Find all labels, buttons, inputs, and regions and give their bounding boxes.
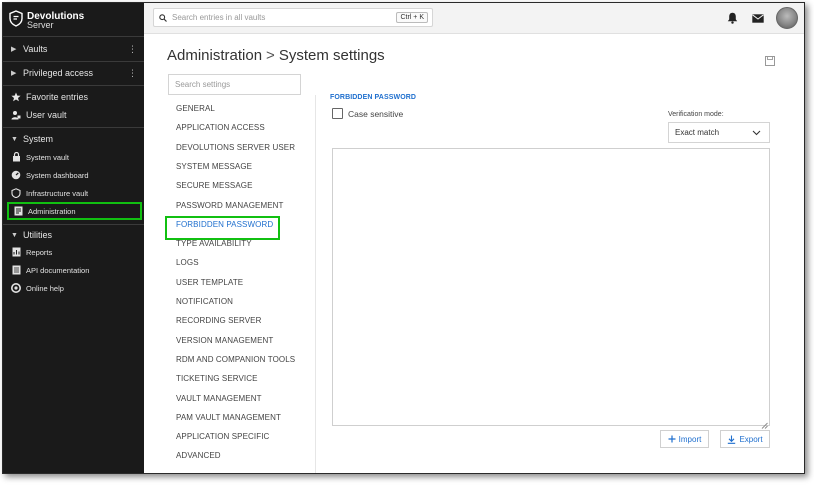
settings-search-input[interactable]: Search settings (168, 74, 301, 95)
verification-mode-select[interactable]: Exact match (668, 122, 770, 143)
sidebar-group-utilities[interactable]: ▼ Utilities (3, 225, 144, 245)
search-icon (159, 13, 167, 22)
sidebar-item-infrastructure-vault[interactable]: Infrastructure vault (11, 185, 141, 201)
lock-icon (11, 152, 21, 162)
chevron-down-icon: ▼ (11, 231, 18, 239)
sidebar-item-api-documentation[interactable]: API documentation (11, 262, 141, 278)
forbidden-password-textarea[interactable] (332, 148, 770, 429)
brand-subtitle: Server (27, 20, 54, 30)
sidebar-item-system-vault[interactable]: System vault (11, 149, 141, 165)
avatar[interactable] (776, 7, 798, 29)
search-placeholder: Search entries in all vaults (172, 13, 266, 22)
sidebar-item-system-dashboard[interactable]: System dashboard (11, 167, 141, 183)
settings-nav-item[interactable]: PASSWORD MANAGEMENT (176, 201, 284, 213)
settings-nav-item[interactable]: APPLICATION ACCESS (176, 123, 265, 135)
settings-nav-item[interactable]: TICKETING SERVICE (176, 374, 258, 386)
section-title: FORBIDDEN PASSWORD (330, 94, 417, 101)
settings-nav-item[interactable]: PAM VAULT MANAGEMENT (176, 413, 281, 425)
admin-icon (13, 206, 23, 216)
keyboard-shortcut: Ctrl + K (396, 12, 428, 23)
sidebar-group-vaults[interactable]: ▶ Vaults ⋮ (3, 39, 144, 59)
settings-search-placeholder: Search settings (175, 80, 231, 89)
sidebar-item-label: Online help (26, 283, 64, 293)
shield-logo-icon (9, 10, 23, 32)
sidebar-group-label: Privileged access (23, 68, 94, 78)
export-label: Export (739, 434, 763, 444)
export-button[interactable]: Export (720, 430, 770, 448)
sidebar-item-label: Infrastructure vault (26, 188, 89, 198)
settings-nav-item[interactable]: LOGS (176, 258, 199, 270)
divider (315, 95, 316, 473)
sidebar-item-label: API documentation (26, 265, 90, 275)
help-icon (11, 283, 21, 293)
breadcrumb-root[interactable]: Administration (167, 47, 262, 64)
settings-nav-item[interactable]: ADVANCED (176, 451, 221, 463)
sidebar-item-user-vault[interactable]: User vault (11, 107, 141, 123)
breadcrumb-separator: > (266, 47, 275, 64)
settings-nav-item[interactable]: SYSTEM MESSAGE (176, 162, 252, 174)
sidebar-group-label: Utilities (23, 230, 53, 240)
sidebar-item-label: Reports (26, 247, 53, 257)
top-bar: Search entries in all vaults Ctrl + K (144, 3, 804, 34)
sidebar-item-label: System vault (26, 152, 69, 162)
document-icon (11, 265, 21, 275)
settings-nav-item[interactable]: DEVOLUTIONS SERVER USER (176, 143, 295, 155)
dashboard-icon (11, 170, 21, 180)
sidebar-item-label: Administration (28, 206, 76, 216)
chevron-right-icon: ▶ (11, 46, 17, 53)
mail-icon[interactable] (750, 10, 766, 26)
import-button[interactable]: Import (660, 430, 709, 448)
sidebar-item-label: System dashboard (26, 170, 89, 180)
verification-mode-label: Verification mode: (668, 111, 724, 118)
settings-nav-item[interactable]: USER TEMPLATE (176, 278, 243, 290)
more-options-icon[interactable]: ⋮ (128, 68, 137, 79)
logo[interactable]: Devolutions Server (9, 10, 84, 32)
settings-nav-item[interactable]: NOTIFICATION (176, 297, 233, 309)
sidebar: Devolutions Server ▶ Vaults ⋮ ▶ Privileg… (3, 3, 144, 473)
settings-nav-item[interactable]: RDM AND COMPANION TOOLS (176, 355, 295, 367)
infrastructure-icon (11, 188, 21, 198)
settings-nav-item[interactable]: TYPE AVAILABILITY (176, 239, 252, 251)
sidebar-item-label: Favorite entries (26, 92, 89, 102)
settings-nav-item[interactable]: GENERAL (176, 104, 215, 116)
resize-handle-icon[interactable] (760, 416, 768, 429)
settings-nav-item[interactable]: VAULT MANAGEMENT (176, 394, 262, 406)
sidebar-group-label: Vaults (23, 44, 48, 54)
sidebar-item-online-help[interactable]: Online help (11, 280, 141, 296)
page-title: System settings (278, 47, 385, 64)
settings-nav-item[interactable]: VERSION MANAGEMENT (176, 336, 273, 348)
breadcrumb: Administration > System settings (167, 47, 385, 64)
bell-icon[interactable] (724, 10, 740, 26)
sidebar-item-favorite-entries[interactable]: Favorite entries (11, 89, 141, 105)
settings-nav-item[interactable]: RECORDING SERVER (176, 316, 261, 328)
save-icon[interactable] (765, 53, 775, 66)
sidebar-group-privileged-access[interactable]: ▶ Privileged access ⋮ (3, 63, 144, 83)
app-window: Devolutions Server ▶ Vaults ⋮ ▶ Privileg… (2, 2, 805, 474)
download-icon (727, 435, 736, 444)
settings-nav-item[interactable]: SECURE MESSAGE (176, 181, 253, 193)
global-search-input[interactable]: Search entries in all vaults Ctrl + K (153, 8, 433, 27)
star-icon (11, 92, 21, 102)
chevron-right-icon: ▶ (11, 70, 17, 77)
case-sensitive-checkbox[interactable] (332, 108, 343, 119)
chevron-down-icon (752, 128, 761, 139)
sidebar-item-reports[interactable]: Reports (11, 244, 141, 260)
report-icon (11, 247, 21, 257)
verification-mode-value: Exact match (675, 128, 720, 137)
sidebar-item-administration[interactable]: Administration (7, 202, 142, 220)
settings-nav-item[interactable]: APPLICATION SPECIFIC (176, 432, 269, 444)
plus-icon (668, 435, 676, 443)
sidebar-group-system[interactable]: ▼ System (3, 129, 144, 149)
sidebar-group-label: System (23, 134, 54, 144)
case-sensitive-label: Case sensitive (348, 109, 404, 119)
user-lock-icon (11, 110, 21, 120)
more-options-icon[interactable]: ⋮ (128, 44, 137, 55)
chevron-down-icon: ▼ (11, 135, 18, 143)
sidebar-item-label: User vault (26, 110, 67, 120)
import-label: Import (678, 434, 702, 444)
settings-nav-item[interactable]: FORBIDDEN PASSWORD (164, 215, 281, 240)
